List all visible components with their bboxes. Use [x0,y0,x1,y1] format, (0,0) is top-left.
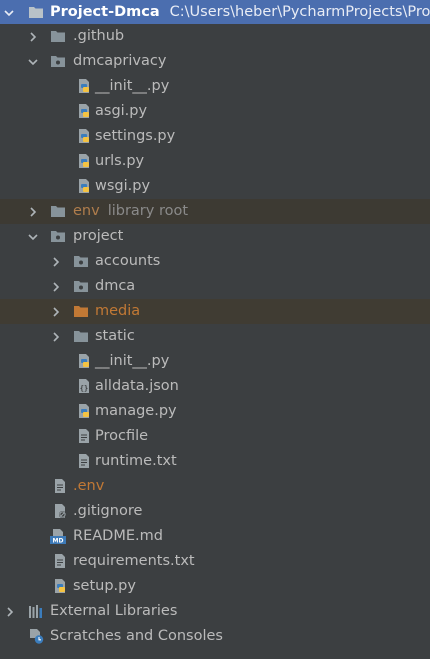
python-file-icon [76,153,92,169]
tree-node-label: dmca [95,278,136,294]
tree-node-dmca[interactable]: dmca [0,274,430,299]
svg-text:MD: MD [53,538,64,544]
tree-node-scratches[interactable]: Scratches and Consoles [0,624,430,649]
tree-node-file[interactable]: urls.py [0,149,430,174]
tree-node-label: dmcaprivacy [73,53,167,69]
markdown-file-icon: MD [50,528,66,544]
package-folder-icon [73,253,89,269]
tree-node-label: README.md [73,528,163,544]
text-file-icon [76,428,92,444]
tree-node-media[interactable]: media [0,299,430,324]
tree-node-label: wsgi.py [95,178,151,194]
root-folder-name: Project-Dmca [50,4,160,20]
tree-node-file[interactable]: Procfile [0,424,430,449]
folder-icon [73,328,89,344]
tree-node-label: media [95,303,141,319]
python-file-icon [52,578,68,594]
libraries-icon [28,603,44,619]
tree-node-file[interactable]: asgi.py [0,99,430,124]
package-folder-icon [73,278,89,294]
chevron-right-icon[interactable] [50,274,62,299]
library-root-annotation: library root [107,203,189,219]
tree-node-file[interactable]: runtime.txt [0,449,430,474]
python-file-icon [76,403,92,419]
tree-node-label: .env [73,478,105,494]
tree-node-file[interactable]: MD README.md [0,524,430,549]
tree-node-label: accounts [95,253,161,269]
text-file-icon [76,453,92,469]
python-file-icon [76,103,92,119]
tree-node-github[interactable]: .github [0,24,430,49]
tree-node-file[interactable]: setup.py [0,574,430,599]
tree-node-label: .github [73,28,125,44]
ignore-file-icon [52,503,68,519]
tree-node-external-libraries[interactable]: External Libraries [0,599,430,624]
package-folder-icon [50,53,66,69]
tree-node-file[interactable]: requirements.txt [0,549,430,574]
root-folder-path: C:\Users\heber\PycharmProjects\Project-D… [169,4,430,20]
tree-node-file[interactable]: {} alldata.json [0,374,430,399]
tree-node-accounts[interactable]: accounts [0,249,430,274]
tree-node-file[interactable]: settings.py [0,124,430,149]
tree-node-root[interactable]: Project-Dmca C:\Users\heber\PycharmProjec… [0,0,430,24]
tree-node-label: __init__.py [95,353,170,369]
text-file-icon [52,478,68,494]
python-file-icon [76,178,92,194]
json-file-icon: {} [76,378,92,394]
tree-node-label: settings.py [95,128,176,144]
folder-icon [28,4,44,20]
chevron-right-icon[interactable] [50,324,62,349]
tree-node-project[interactable]: project [0,224,430,249]
svg-text:{}: {} [80,385,88,393]
python-file-icon [76,353,92,369]
chevron-down-icon[interactable] [27,49,39,74]
tree-node-label: alldata.json [95,378,179,394]
folder-icon [50,203,66,219]
tree-node-label: env [73,203,100,219]
text-file-icon [52,553,68,569]
tree-node-dmcaprivacy[interactable]: dmcaprivacy [0,49,430,74]
tree-node-label: setup.py [73,578,136,594]
chevron-right-icon[interactable] [27,24,39,49]
tree-node-label: __init__.py [95,78,170,94]
tree-node-label: asgi.py [95,103,148,119]
folder-icon [50,28,66,44]
chevron-down-icon[interactable] [27,224,39,249]
tree-node-label: static [95,328,135,344]
tree-node-file[interactable]: .gitignore [0,499,430,524]
tree-node-file[interactable]: .env [0,474,430,499]
tree-node-label: External Libraries [50,603,178,619]
scratches-icon [28,628,44,644]
tree-node-label: project [73,228,124,244]
python-file-icon [76,128,92,144]
tree-node-label: Procfile [95,428,149,444]
chevron-right-icon[interactable] [50,249,62,274]
tree-node-file[interactable]: __init__.py [0,74,430,99]
tree-node-file[interactable]: wsgi.py [0,174,430,199]
tree-node-label: runtime.txt [95,453,177,469]
python-file-icon [76,78,92,94]
tree-node-env[interactable]: env library root [0,199,430,224]
tree-node-label: urls.py [95,153,145,169]
tree-node-file[interactable]: manage.py [0,399,430,424]
tree-node-label: manage.py [95,403,177,419]
chevron-right-icon[interactable] [4,599,16,624]
tree-node-static[interactable]: static [0,324,430,349]
chevron-right-icon[interactable] [50,299,62,324]
package-folder-icon [50,228,66,244]
excluded-folder-icon [73,303,89,319]
tree-node-label: requirements.txt [73,553,195,569]
chevron-down-icon[interactable] [3,0,15,24]
chevron-right-icon[interactable] [27,199,39,224]
tree-node-label: Scratches and Consoles [50,628,223,644]
project-tree: Project-Dmca C:\Users\heber\PycharmProjec… [0,0,430,649]
tree-node-file[interactable]: __init__.py [0,349,430,374]
tree-node-label: .gitignore [73,503,143,519]
